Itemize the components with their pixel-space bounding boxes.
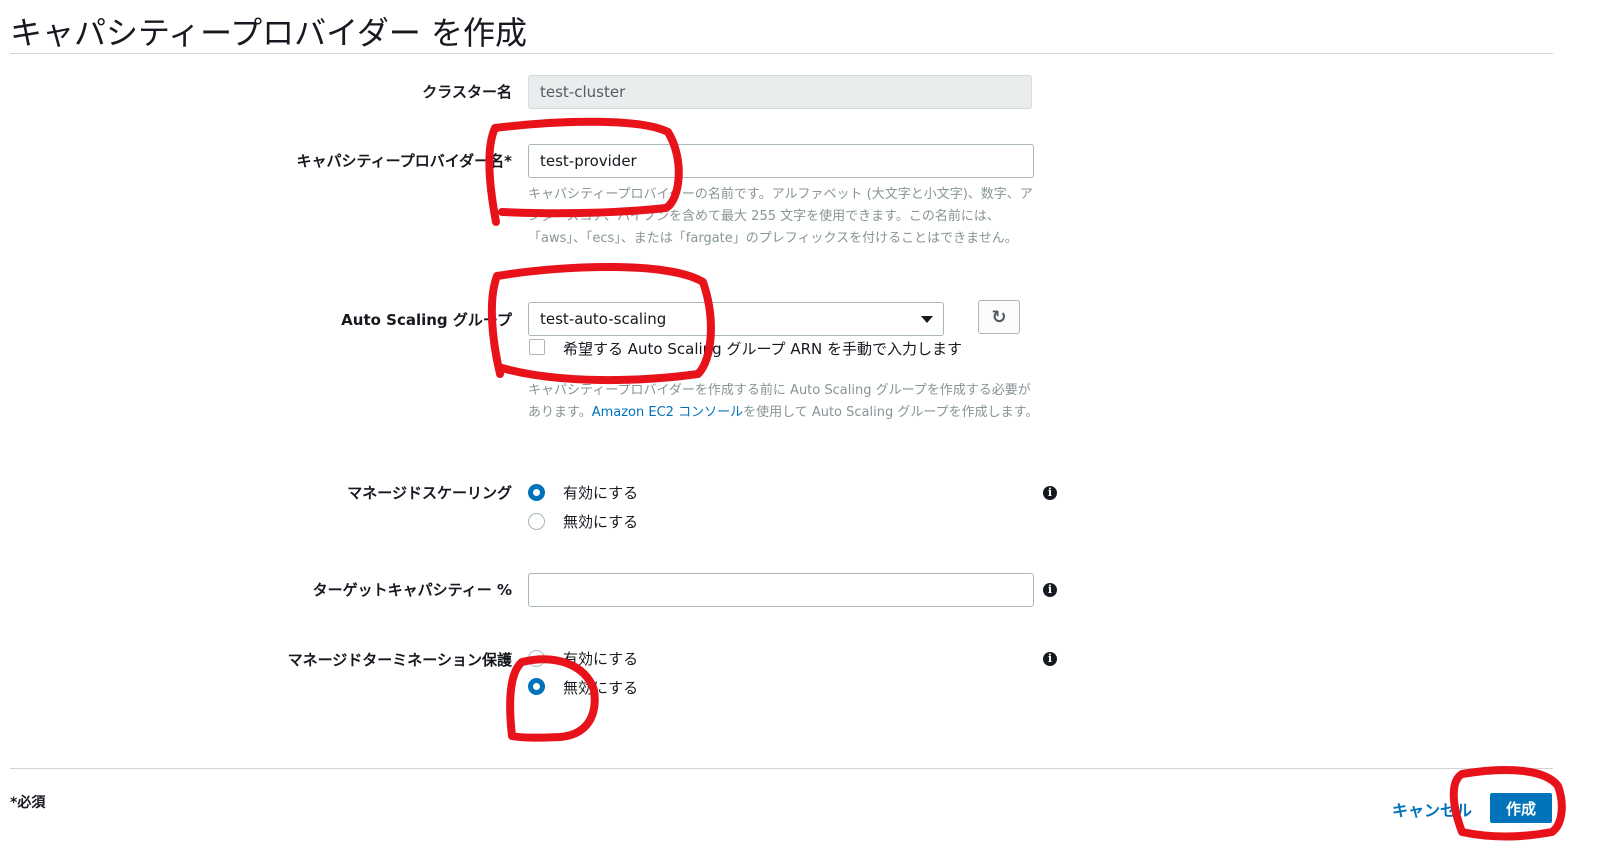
- manual-arn-label: 希望する Auto Scaling グループ ARN を手動で入力します: [563, 340, 962, 358]
- asg-select-value: test-auto-scaling: [540, 310, 667, 328]
- managed-scaling-label: マネージドスケーリング: [347, 484, 512, 502]
- managed-scaling-enable-label: 有効にする: [563, 484, 639, 502]
- ec2-console-link[interactable]: Amazon EC2 コンソール: [592, 405, 743, 420]
- info-icon[interactable]: i: [1043, 486, 1057, 500]
- refresh-button[interactable]: ↻: [978, 300, 1020, 334]
- asg-help: キャパシティープロバイダーを作成する前に Auto Scaling グループを作…: [528, 383, 1039, 420]
- create-button[interactable]: 作成: [1490, 793, 1552, 823]
- termination-protection-enable-radio[interactable]: [528, 650, 545, 667]
- info-icon[interactable]: i: [1043, 652, 1057, 666]
- info-icon[interactable]: i: [1043, 583, 1057, 597]
- provider-name-label: キャパシティープロバイダー名*: [296, 152, 512, 170]
- managed-scaling-disable-label: 無効にする: [563, 513, 639, 531]
- footer-divider: [10, 768, 1553, 769]
- target-capacity-label: ターゲットキャパシティー %: [312, 581, 512, 599]
- target-capacity-input[interactable]: [528, 573, 1034, 607]
- provider-name-input[interactable]: [528, 144, 1034, 178]
- required-note: *必須: [10, 795, 46, 811]
- termination-protection-disable-label: 無効にする: [563, 679, 639, 697]
- termination-protection-label: マネージドターミネーション保護: [287, 651, 512, 669]
- provider-name-help: キャパシティープロバイダーの名前です。アルファベット (大文字と小文字)、数字、…: [528, 187, 1033, 246]
- red-annotation-overlay: [485, 117, 1566, 841]
- chevron-down-icon: [921, 316, 933, 323]
- manual-arn-checkbox[interactable]: [529, 339, 545, 355]
- termination-protection-enable-label: 有効にする: [563, 650, 639, 668]
- termination-protection-disable-radio[interactable]: [528, 678, 545, 695]
- annotation-circle-disable-radio: [506, 655, 599, 742]
- asg-select[interactable]: test-auto-scaling: [528, 302, 944, 336]
- title-divider: [10, 53, 1553, 54]
- cluster-name-label: クラスター名: [422, 83, 512, 101]
- cluster-name-input: [528, 75, 1032, 109]
- refresh-icon: ↻: [991, 306, 1007, 328]
- managed-scaling-disable-radio[interactable]: [528, 513, 545, 530]
- page-title: キャパシティープロバイダー を作成: [10, 14, 528, 52]
- managed-scaling-enable-radio[interactable]: [528, 484, 545, 501]
- cancel-button[interactable]: キャンセル: [1392, 797, 1472, 821]
- asg-label: Auto Scaling グループ: [341, 311, 512, 329]
